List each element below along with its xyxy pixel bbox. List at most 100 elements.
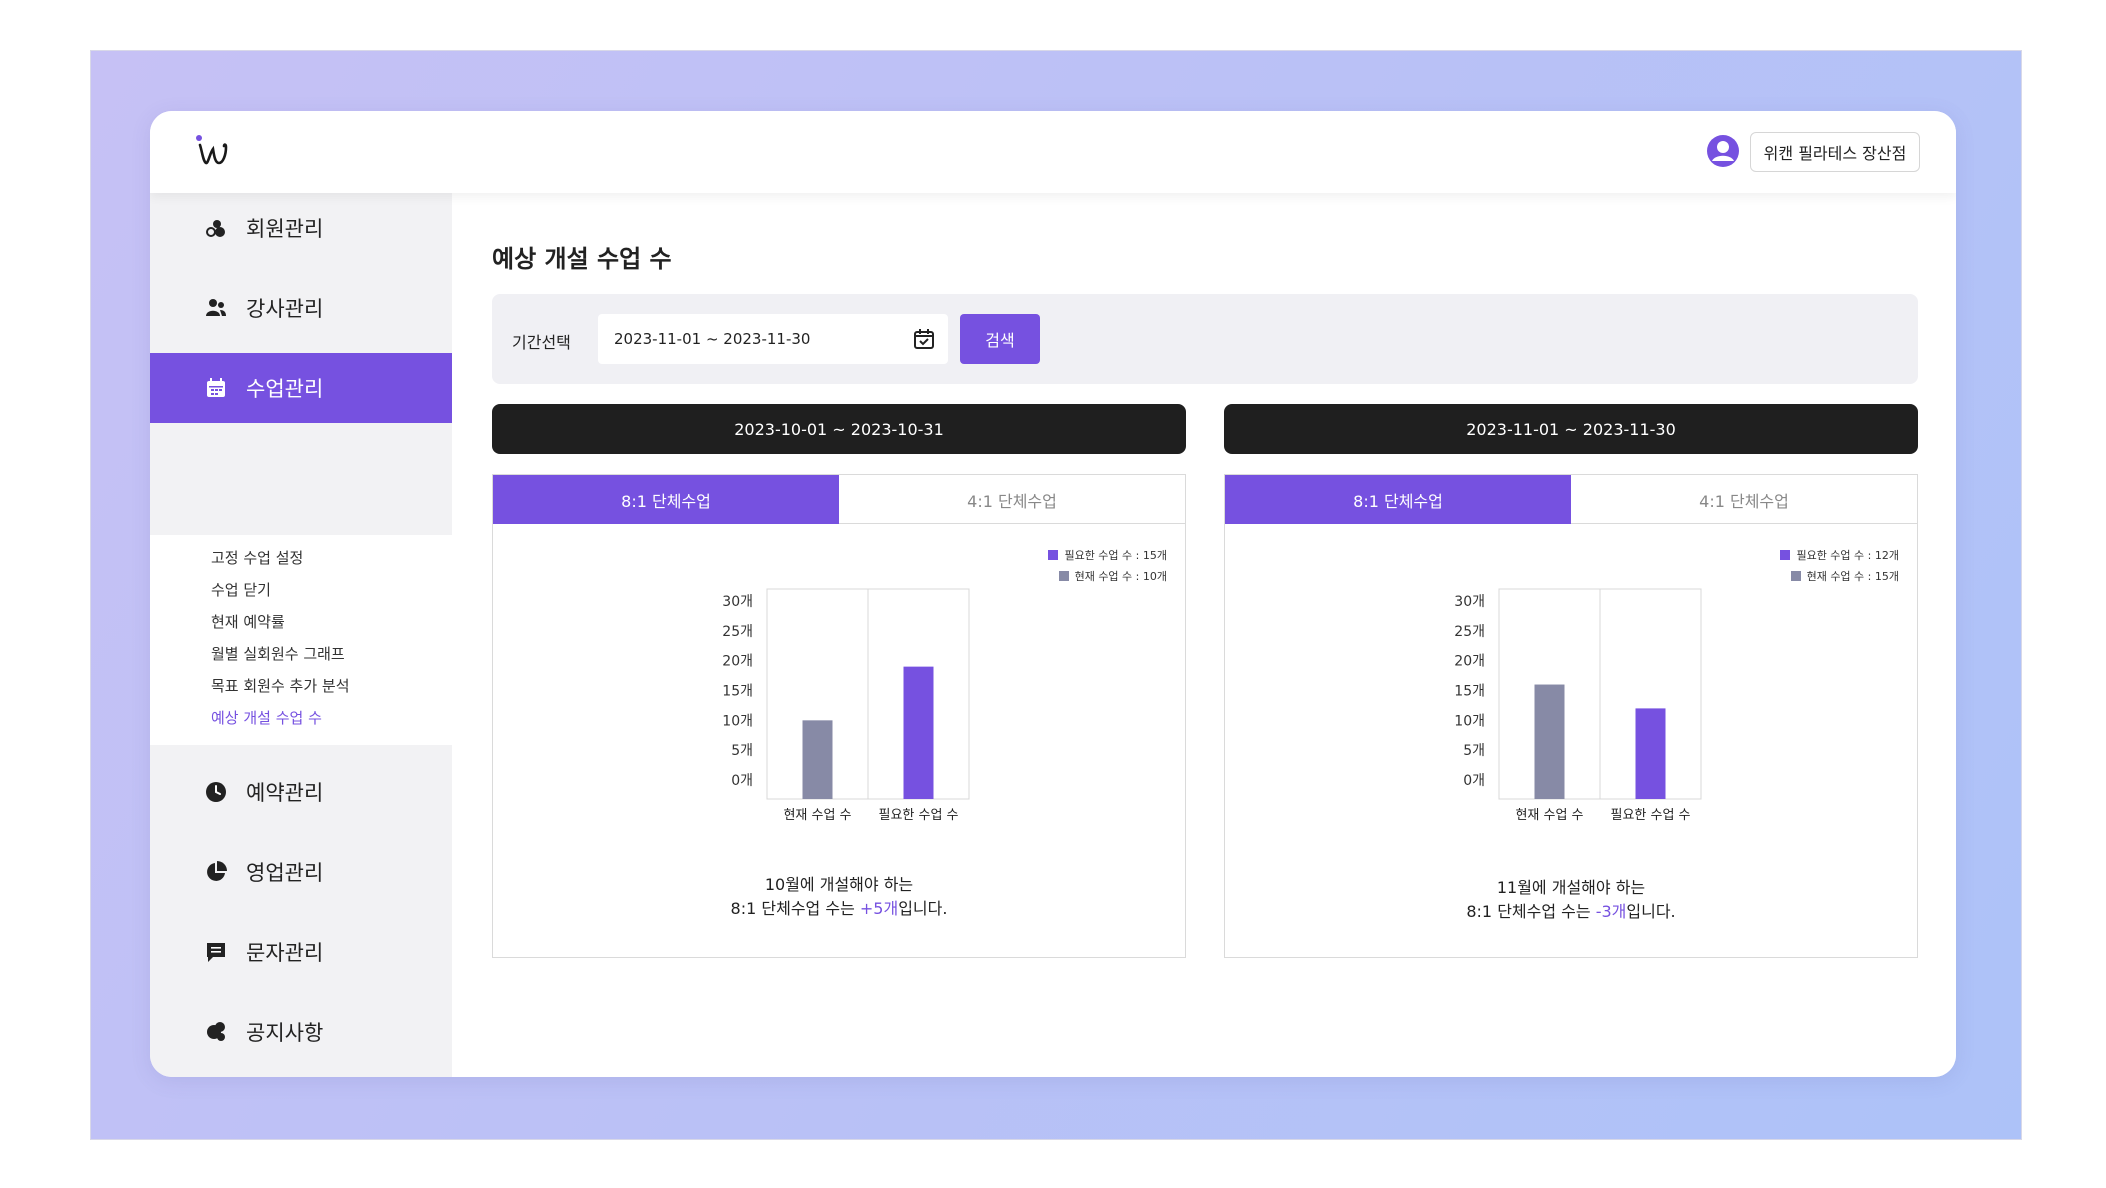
instructors-icon — [204, 296, 228, 320]
y-tick-label: 5개 — [731, 743, 753, 759]
sidebar-item-classes[interactable]: 수업관리 — [150, 353, 452, 423]
legend-swatch — [1780, 549, 1791, 560]
sidebar-item-label: 회원관리 — [246, 217, 324, 241]
bar — [1635, 708, 1666, 799]
legend-value: 10개 — [1142, 569, 1167, 583]
tab-8-1-group[interactable]: 8:1 단체수업 — [1225, 475, 1571, 524]
message-icon — [204, 940, 228, 964]
legend-label: 필요한 수업 수 : — [1064, 548, 1140, 562]
x-tick-label: 현재 수업 수 — [783, 808, 851, 823]
y-tick-label: 10개 — [1454, 713, 1485, 729]
app-window: 위캔 필라테스 장산점 회원관리 강사관리 수업관리 고정 수업 설정 수업 닫… — [150, 111, 1956, 1077]
legend-item-required: 필요한 수업 수 : 12개 — [1780, 544, 1899, 565]
legend-swatch — [1790, 570, 1801, 581]
summary-suffix: 입니다. — [898, 899, 948, 918]
megaphone-icon — [204, 1020, 228, 1044]
submenu-item-fixed-class[interactable]: 고정 수업 설정 — [211, 547, 303, 568]
submenu-item-target-analysis[interactable]: 목표 회원수 추가 분석 — [211, 675, 350, 696]
summary-text: 11월에 개설해야 하는 8:1 단체수업 수는 -3개입니다. — [1225, 876, 1917, 924]
summary-prefix: 8:1 단체수업 수는 — [1466, 902, 1596, 921]
sidebar-item-label: 강사관리 — [246, 297, 324, 321]
y-tick-label: 20개 — [722, 654, 753, 670]
w-script-logo-icon[interactable] — [194, 131, 234, 171]
summary-suffix: 입니다. — [1626, 902, 1676, 921]
summary-line-2: 8:1 단체수업 수는 +5개입니다. — [493, 897, 1185, 921]
class-type-tabs: 8:1 단체수업 4:1 단체수업 — [1225, 475, 1917, 524]
class-submenu: 고정 수업 설정 수업 닫기 현재 예약률 월별 실회원수 그래프 목표 회원수… — [150, 535, 452, 745]
sidebar-item-messages[interactable]: 문자관리 — [150, 917, 452, 987]
legend-swatch — [1048, 549, 1059, 560]
y-tick-label: 0개 — [731, 773, 753, 789]
summary-highlight: +5개 — [859, 899, 899, 918]
y-tick-label: 30개 — [1454, 594, 1485, 610]
tab-4-1-group[interactable]: 4:1 단체수업 — [1571, 475, 1917, 524]
calendar-icon — [204, 376, 228, 400]
top-bar: 위캔 필라테스 장산점 — [150, 111, 1956, 193]
user-circle-icon[interactable] — [1706, 134, 1740, 168]
date-range-value: 2023-11-01 ~ 2023-11-30 — [614, 330, 811, 348]
submenu-item-booking-rate[interactable]: 현재 예약률 — [211, 611, 285, 632]
submenu-item-expected-classes[interactable]: 예상 개설 수업 수 — [211, 707, 322, 728]
submenu-item-close-class[interactable]: 수업 닫기 — [211, 579, 271, 600]
branch-selector-button[interactable]: 위캔 필라테스 장산점 — [1750, 132, 1920, 172]
legend-label: 현재 수업 수 : — [1806, 569, 1872, 583]
sidebar-item-sales[interactable]: 영업관리 — [150, 837, 452, 907]
legend-value: 12개 — [1874, 548, 1899, 562]
sidebar-item-label: 문자관리 — [246, 941, 324, 965]
y-tick-label: 0개 — [1463, 773, 1485, 789]
legend-item-current: 현재 수업 수 : 15개 — [1780, 565, 1899, 586]
period-filter-label: 기간선택 — [512, 333, 571, 352]
y-tick-label: 25개 — [722, 624, 753, 640]
search-button[interactable]: 검색 — [960, 314, 1040, 364]
period-filter-panel: 기간선택 2023-11-01 ~ 2023-11-30 검색 — [492, 294, 1918, 384]
main-content: 예상 개설 수업 수 기간선택 2023-11-01 ~ 2023-11-30 … — [452, 193, 1956, 1077]
calendar-check-icon[interactable] — [912, 327, 936, 351]
sidebar-item-reservations[interactable]: 예약관리 — [150, 757, 452, 827]
bar — [903, 666, 934, 799]
legend-value: 15개 — [1142, 548, 1167, 562]
bar — [1534, 684, 1565, 799]
x-tick-label: 필요한 수업 수 — [1610, 808, 1690, 823]
y-tick-label: 15개 — [722, 684, 753, 700]
submenu-item-monthly-graph[interactable]: 월별 실회원수 그래프 — [211, 643, 345, 664]
sidebar: 회원관리 강사관리 수업관리 고정 수업 설정 수업 닫기 현재 예약률 월별 … — [150, 193, 452, 1077]
period-panel-october: 2023-10-01 ~ 2023-10-31 8:1 단체수업 4:1 단체수… — [492, 404, 1186, 958]
period-header: 2023-10-01 ~ 2023-10-31 — [492, 404, 1186, 454]
clock-icon — [204, 780, 228, 804]
pie-chart-icon — [204, 860, 228, 884]
chart-card: 8:1 단체수업 4:1 단체수업 필요한 수업 수 : 12개 현재 수업 수… — [1224, 474, 1918, 958]
legend-label: 필요한 수업 수 : — [1796, 548, 1872, 562]
summary-line-1: 10월에 개설해야 하는 — [764, 875, 914, 894]
sidebar-item-members[interactable]: 회원관리 — [150, 193, 452, 263]
chart-legend: 필요한 수업 수 : 15개 현재 수업 수 : 10개 — [1048, 544, 1167, 586]
chart-legend: 필요한 수업 수 : 12개 현재 수업 수 : 15개 — [1780, 544, 1899, 586]
sidebar-item-instructors[interactable]: 강사관리 — [150, 273, 452, 343]
bar-chart-november: 0개 5개 10개 15개 20개 25개 30개현재 수업 수 필요한 수업 수 — [1454, 588, 1702, 823]
summary-highlight: -3개 — [1595, 902, 1627, 921]
legend-label: 현재 수업 수 : — [1074, 569, 1140, 583]
page-title: 예상 개설 수업 수 — [492, 245, 672, 273]
x-tick-label: 현재 수업 수 — [1515, 808, 1583, 823]
summary-line-2: 8:1 단체수업 수는 -3개입니다. — [1225, 900, 1917, 924]
tab-4-1-group[interactable]: 4:1 단체수업 — [839, 475, 1185, 524]
y-tick-label: 10개 — [722, 713, 753, 729]
bar-chart-october: 0개 5개 10개 15개 20개 25개 30개현재 수업 수 필요한 수업 수 — [722, 588, 970, 823]
sidebar-item-label: 영업관리 — [246, 861, 324, 885]
legend-value: 15개 — [1874, 569, 1899, 583]
chart-card: 8:1 단체수업 4:1 단체수업 필요한 수업 수 : 15개 현재 수업 수… — [492, 474, 1186, 958]
bar — [802, 720, 833, 799]
y-tick-label: 15개 — [1454, 684, 1485, 700]
legend-swatch — [1058, 570, 1069, 581]
period-panel-november: 2023-11-01 ~ 2023-11-30 8:1 단체수업 4:1 단체수… — [1224, 404, 1918, 958]
summary-line-1: 11월에 개설해야 하는 — [1496, 878, 1646, 897]
tab-8-1-group[interactable]: 8:1 단체수업 — [493, 475, 839, 524]
sidebar-item-notices[interactable]: 공지사항 — [150, 997, 452, 1067]
y-tick-label: 5개 — [1463, 743, 1485, 759]
date-range-input[interactable]: 2023-11-01 ~ 2023-11-30 — [598, 314, 948, 364]
class-type-tabs: 8:1 단체수업 4:1 단체수업 — [493, 475, 1185, 524]
y-tick-label: 20개 — [1454, 654, 1485, 670]
y-tick-label: 25개 — [1454, 624, 1485, 640]
sidebar-item-label: 공지사항 — [246, 1021, 324, 1045]
summary-text: 10월에 개설해야 하는 8:1 단체수업 수는 +5개입니다. — [493, 873, 1185, 921]
sidebar-item-label: 예약관리 — [246, 781, 324, 805]
